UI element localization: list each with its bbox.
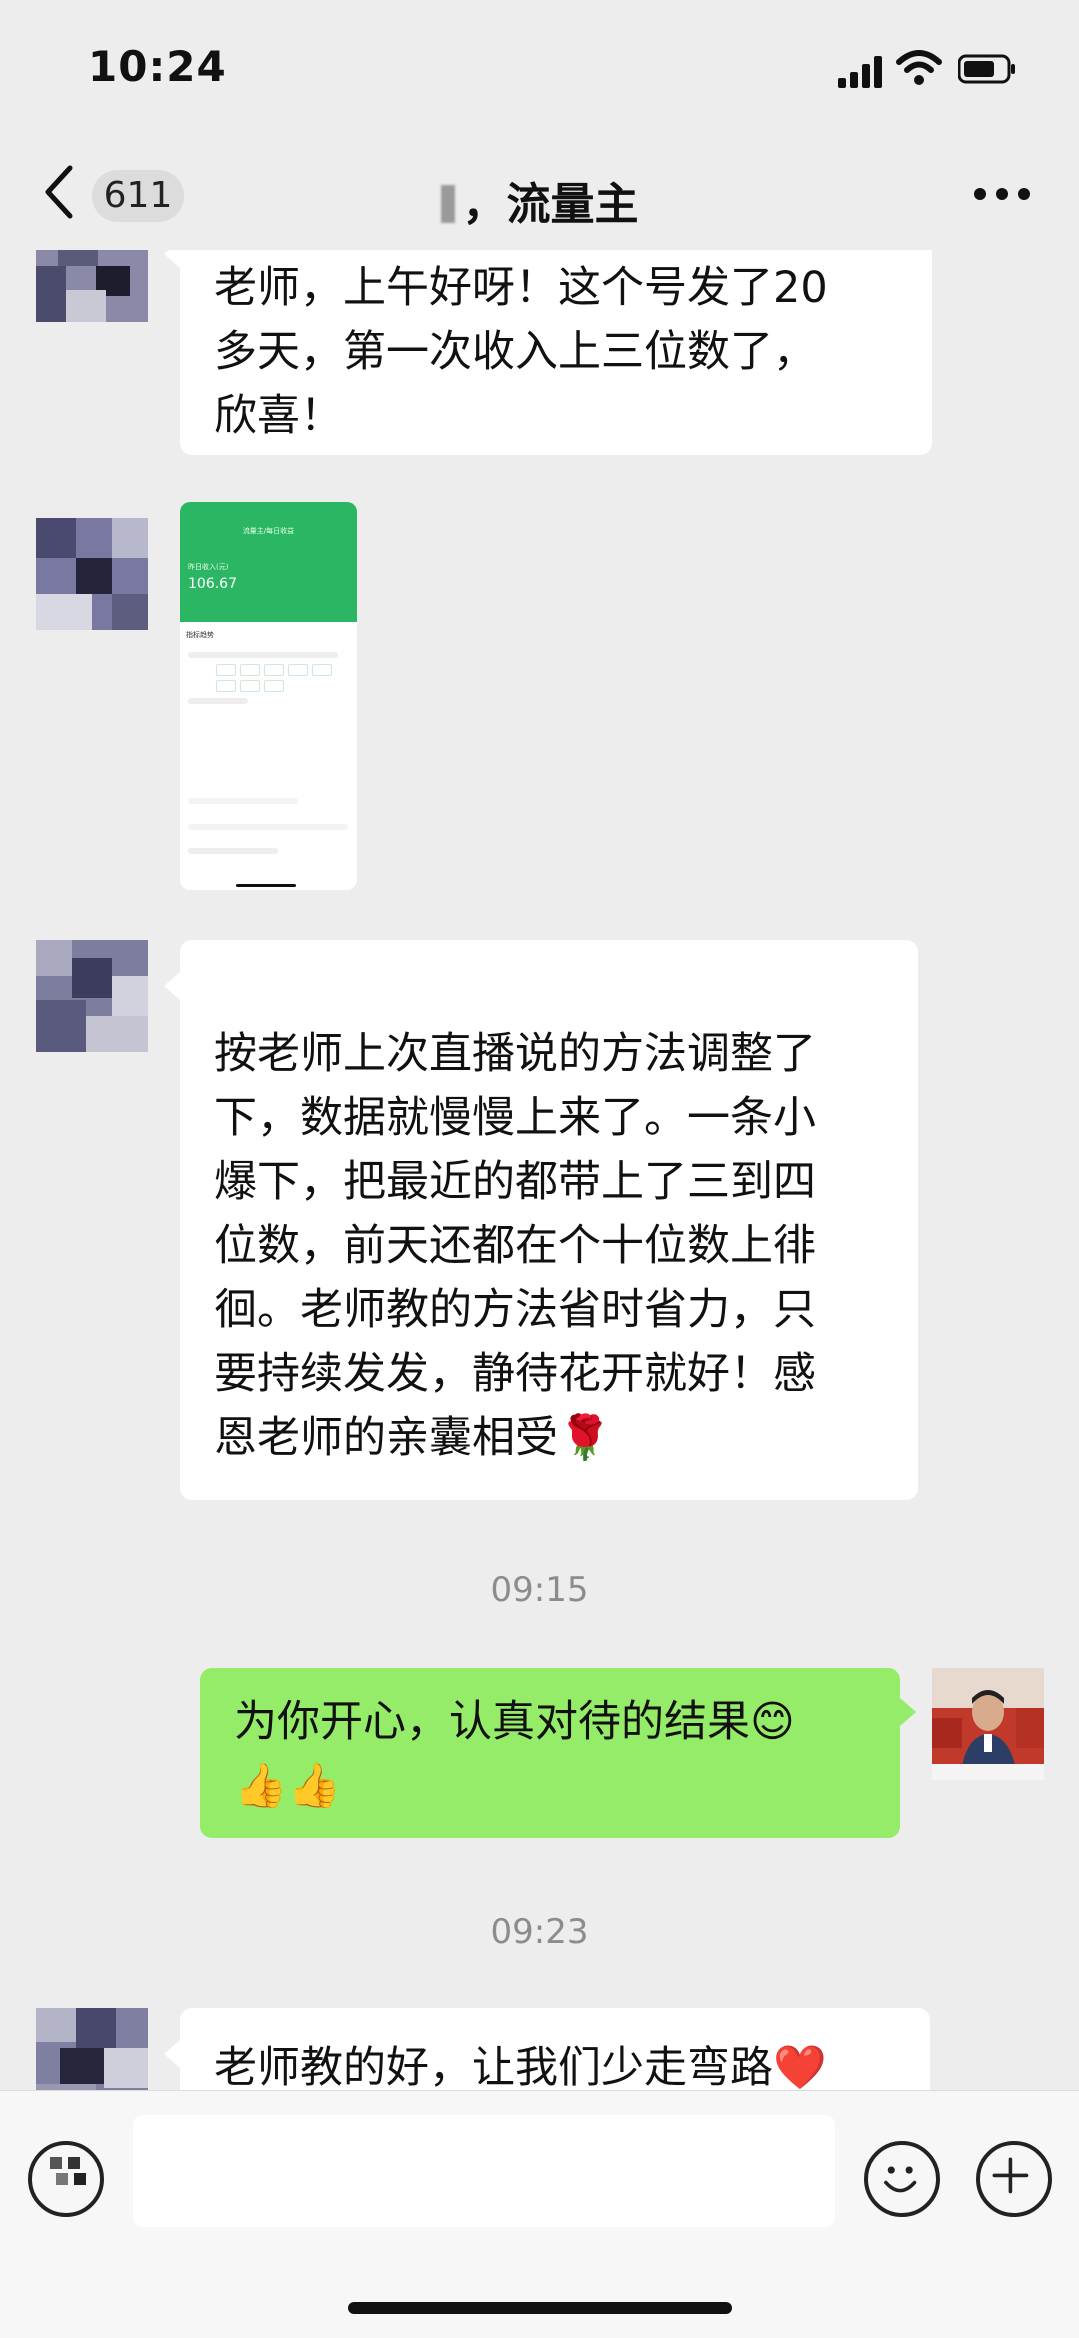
input-bar bbox=[0, 2090, 1079, 2338]
image-message-thumbnail[interactable]: 流量主/每日收益 昨日收入(元) 106.67 指标趋势 bbox=[180, 502, 357, 890]
chat-title: ，流量主 bbox=[0, 168, 1079, 232]
timestamp: 09:15 bbox=[490, 1570, 589, 1610]
thumbnail-title: 流量主/每日收益 bbox=[242, 527, 295, 535]
message-bubble: 老师，上午好呀！这个号发了20 多天，第一次收入上三位数了， 欣喜！ bbox=[180, 250, 932, 455]
emoji-smile-icon[interactable] bbox=[864, 2141, 940, 2217]
thumbnail-income: 106.67 bbox=[188, 576, 237, 592]
avatar[interactable] bbox=[36, 940, 148, 1052]
thumbnail-income-label: 昨日收入(元) bbox=[188, 563, 229, 571]
redacted-name bbox=[440, 185, 455, 223]
chat-title-text: ，流量主 bbox=[462, 179, 639, 230]
chat-header: 611 ，流量主 bbox=[0, 140, 1079, 250]
avatar-self[interactable] bbox=[932, 1668, 1044, 1780]
battery-icon bbox=[958, 54, 1015, 84]
voice-icon[interactable] bbox=[28, 2141, 104, 2217]
avatar[interactable] bbox=[36, 250, 148, 322]
home-indicator bbox=[348, 2302, 732, 2314]
wifi-icon bbox=[896, 50, 942, 85]
more-dots-icon[interactable] bbox=[974, 188, 1030, 204]
status-time: 10:24 bbox=[88, 42, 227, 91]
plus-circle-icon[interactable] bbox=[976, 2141, 1052, 2217]
signal-icon bbox=[838, 56, 882, 88]
avatar[interactable] bbox=[36, 518, 148, 630]
message-bubble: 按老师上次直播说的方法调整了 下，数据就慢慢上来了。一条小 爆下，把最近的都带上… bbox=[180, 940, 918, 1500]
message-input[interactable] bbox=[133, 2115, 835, 2227]
message-bubble-outgoing: 为你开心，认真对待的结果😊 👍👍 bbox=[200, 1668, 900, 1838]
avatar[interactable] bbox=[36, 2008, 148, 2090]
message-bubble: 老师教的好，让我们少走弯路❤️ bbox=[180, 2008, 930, 2090]
message-list[interactable]: 老师，上午好呀！这个号发了20 多天，第一次收入上三位数了， 欣喜！ 流量主/每… bbox=[0, 250, 1079, 2090]
status-bar: 10:24 bbox=[0, 0, 1079, 140]
timestamp: 09:23 bbox=[490, 1912, 589, 1952]
thumbnail-section-title: 指标趋势 bbox=[186, 631, 214, 639]
